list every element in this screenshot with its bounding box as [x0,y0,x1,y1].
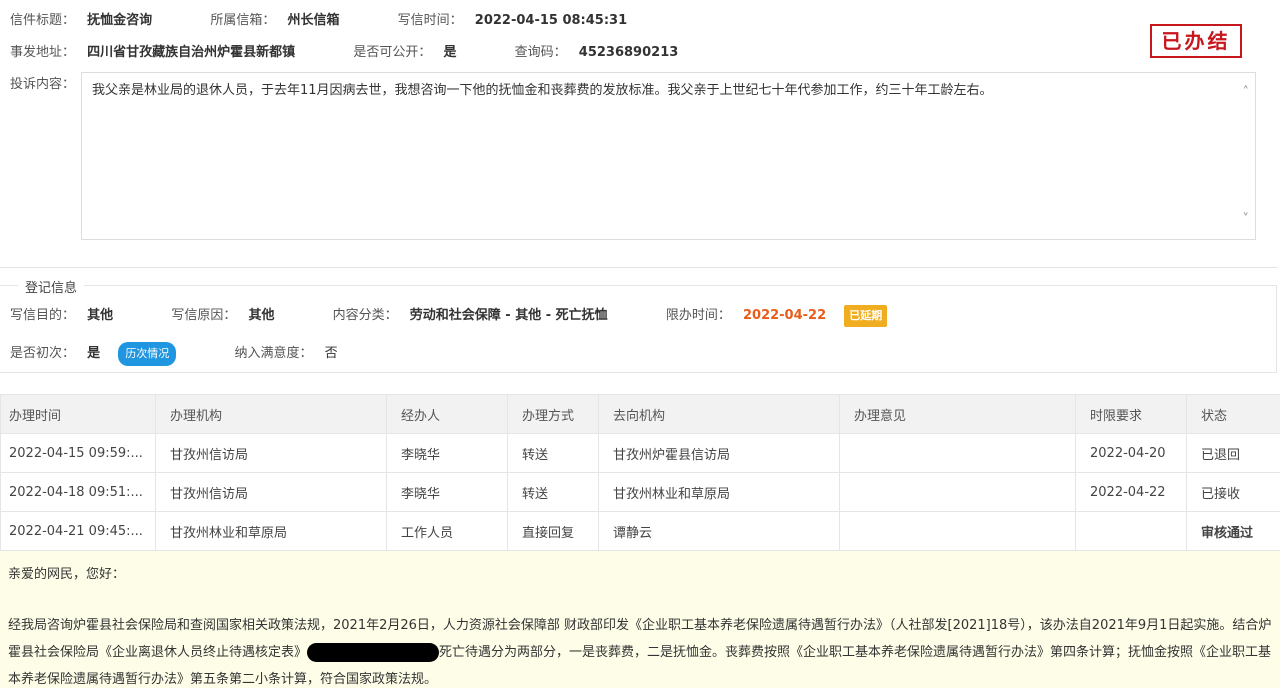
col-header-destination: 去向机构 [598,394,840,434]
registration-row-1: 写信目的： 其他 写信原因： 其他 内容分类： 劳动和社会保障 - 其他 - 死… [10,305,888,327]
cell-limit: 2022-04-22 [1075,472,1187,512]
title-label: 信件标题： [10,13,76,28]
satisfaction-label: 纳入满意度： [234,346,313,361]
col-header-status: 状态 [1186,394,1280,434]
deadline-label: 限办时间： [665,308,731,323]
redaction-mark [307,643,440,662]
write-time-label: 写信时间： [397,13,463,28]
col-header-limit: 时限要求 [1075,394,1187,434]
section-divider [0,267,1278,268]
public-value: 是 [443,45,457,60]
cell-method: 直接回复 [507,511,599,551]
table-row: 2022-04-15 09:59:... 甘孜州信访局 李晓华 转送 甘孜州炉霍… [0,433,1280,473]
query-code-label: 查询码： [514,45,567,60]
table-row: 2022-04-21 09:45:... 甘孜州林业和草原局 工作人员 直接回复… [0,511,1280,551]
cell-method: 转送 [507,472,599,512]
cell-opinion [839,511,1076,551]
cell-opinion [839,472,1076,512]
cell-org: 甘孜州信访局 [155,472,387,512]
category-value: 劳动和社会保障 - 其他 - 死亡抚恤 [409,308,608,323]
cell-org: 甘孜州林业和草原局 [155,511,387,551]
cell-limit [1075,511,1187,551]
completed-stamp: 已办结 [1150,24,1242,58]
cell-opinion [839,433,1076,473]
extended-badge: 已延期 [844,305,888,327]
reason-label: 写信原因： [171,308,237,323]
cell-status-link[interactable]: 审核通过 [1186,511,1280,551]
registration-legend: 登记信息 [18,277,85,296]
cell-status: 已退回 [1186,433,1280,473]
table-row: 2022-04-18 09:51:... 甘孜州信访局 李晓华 转送 甘孜州林业… [0,472,1280,512]
complaint-label: 投诉内容： [10,77,76,92]
scroll-up-icon[interactable]: ˄ [1243,85,1250,100]
category-label: 内容分类： [332,308,398,323]
cell-status: 已接收 [1186,472,1280,512]
address-label: 事发地址： [10,45,76,60]
cell-time: 2022-04-15 09:59:... [0,433,156,473]
public-label: 是否可公开： [353,45,432,60]
satisfaction-value: 否 [324,346,338,361]
cell-destination: 甘孜州炉霍县信访局 [598,433,840,473]
process-table: 办理时间 办理机构 经办人 办理方式 去向机构 办理意见 时限要求 状态 202… [0,394,1280,551]
header-row-1: 信件标题： 抚恤金咨询 所属信箱： 州长信箱 写信时间： 2022-04-15 … [10,9,627,28]
reply-panel: 亲爱的网民，您好： 经我局咨询炉霍县社会保险局和查阅国家相关政策法规，2021年… [0,551,1280,688]
col-header-opinion: 办理意见 [839,394,1076,434]
mailbox-label: 所属信箱： [210,13,276,28]
complaint-textarea[interactable]: 我父亲是林业局的退休人员，于去年11月因病去世，我想咨询一下他的抚恤金和丧葬费的… [81,72,1256,240]
col-header-handler: 经办人 [386,394,508,434]
cell-org: 甘孜州信访局 [155,433,387,473]
deadline-value: 2022-04-22 [742,308,827,323]
scroll-down-icon[interactable]: ˅ [1243,212,1250,227]
cell-destination: 谭静云 [598,511,840,551]
purpose-label: 写信目的： [10,308,76,323]
col-header-time: 办理时间 [0,394,156,434]
cell-handler: 李晓华 [386,433,508,473]
col-header-method: 办理方式 [507,394,599,434]
cell-destination: 甘孜州林业和草原局 [598,472,840,512]
first-time-value: 是 [87,346,101,361]
table-header-row: 办理时间 办理机构 经办人 办理方式 去向机构 办理意见 时限要求 状态 [0,394,1280,434]
reply-greeting: 亲爱的网民，您好： [8,567,126,582]
address-value: 四川省甘孜藏族自治州炉霍县新都镇 [87,45,296,60]
write-time-value: 2022-04-15 08:45:31 [474,13,628,28]
mailbox-value: 州长信箱 [287,13,340,28]
cell-time: 2022-04-18 09:51:... [0,472,156,512]
cell-handler: 李晓华 [386,472,508,512]
reason-value: 其他 [248,308,275,323]
cell-method: 转送 [507,433,599,473]
header-row-2: 事发地址： 四川省甘孜藏族自治州炉霍县新都镇 是否可公开： 是 查询码： 452… [10,41,678,60]
history-button[interactable]: 历次情况 [118,342,177,366]
cell-time: 2022-04-21 09:45:... [0,511,156,551]
first-time-label: 是否初次： [10,346,76,361]
purpose-value: 其他 [87,308,114,323]
registration-row-2: 是否初次： 是 历次情况 纳入满意度： 否 [10,342,338,366]
letter-title: 抚恤金咨询 [87,13,153,28]
reply-body: 经我局咨询炉霍县社会保险局和查阅国家相关政策法规，2021年2月26日，人力资源… [8,612,1272,688]
complaint-text: 我父亲是林业局的退休人员，于去年11月因病去世，我想咨询一下他的抚恤金和丧葬费的… [92,83,993,98]
cell-handler: 工作人员 [386,511,508,551]
col-header-org: 办理机构 [155,394,387,434]
query-code-value: 45236890213 [578,45,679,60]
cell-limit: 2022-04-20 [1075,433,1187,473]
